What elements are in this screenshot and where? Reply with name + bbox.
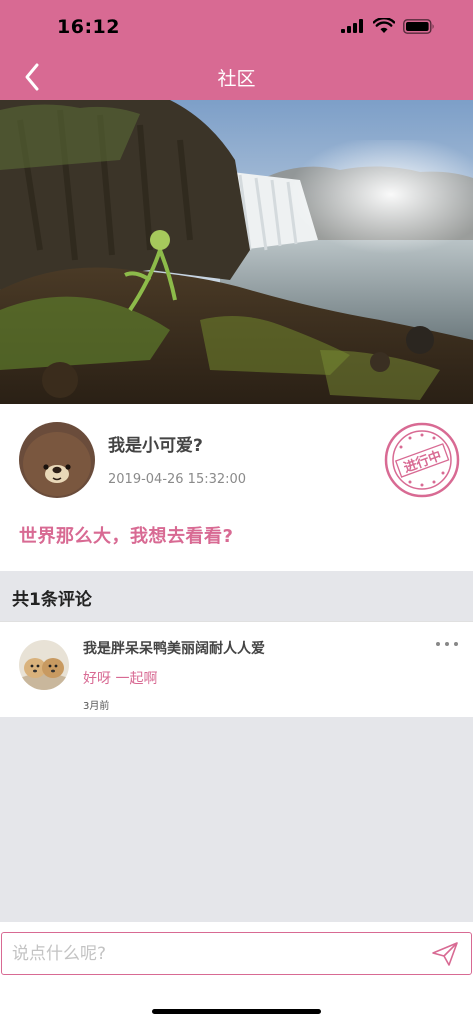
- cellular-signal-icon: [341, 19, 363, 33]
- wifi-icon: [373, 18, 395, 33]
- more-dots-icon: [436, 642, 458, 646]
- post-author-avatar[interactable]: [19, 422, 95, 498]
- comments-header: 共1条评论: [0, 571, 473, 621]
- nav-bar: 社区: [0, 54, 473, 100]
- post-author-name[interactable]: 我是小可爱?: [108, 431, 203, 456]
- comment-item: 我是胖呆呆鸭美丽阔耐人人爱 好呀 一起啊 3月前: [0, 621, 473, 717]
- status-bar: 16:12: [0, 0, 473, 54]
- page-title: 社区: [217, 68, 256, 90]
- post-card: 我是小可爱? 2019-04-26 15:32:00 进行中 世界那么大，我想去…: [0, 404, 473, 571]
- comment-text: 好呀 一起啊: [83, 671, 158, 687]
- home-indicator: [152, 1009, 321, 1014]
- dogs-photo-avatar: [19, 640, 69, 690]
- send-button[interactable]: [431, 941, 459, 967]
- comment-input[interactable]: [12, 941, 412, 967]
- post-content: 世界那么大，我想去看看?: [19, 526, 234, 547]
- status-icons: [341, 18, 435, 34]
- status-stamp: 进行中: [384, 422, 460, 498]
- waterfall-landscape-photo: [0, 100, 473, 404]
- status-stamp-icon: 进行中: [384, 422, 460, 498]
- post-timestamp: 2019-04-26 15:32:00: [108, 472, 247, 487]
- comment-time: 3月前: [83, 701, 110, 712]
- hero-image: [0, 100, 473, 404]
- brown-bear-avatar: [19, 422, 95, 498]
- comment-input-container: [1, 932, 472, 975]
- more-options-button[interactable]: [434, 636, 460, 654]
- status-time: 16:12: [57, 16, 120, 38]
- comment-author-avatar[interactable]: [19, 640, 69, 690]
- comment-composer: [0, 922, 473, 1024]
- comment-author-name[interactable]: 我是胖呆呆鸭美丽阔耐人人爱: [83, 638, 265, 658]
- paper-plane-icon: [432, 942, 458, 966]
- battery-icon: [403, 18, 434, 34]
- comments-count: 共1条评论: [12, 590, 92, 610]
